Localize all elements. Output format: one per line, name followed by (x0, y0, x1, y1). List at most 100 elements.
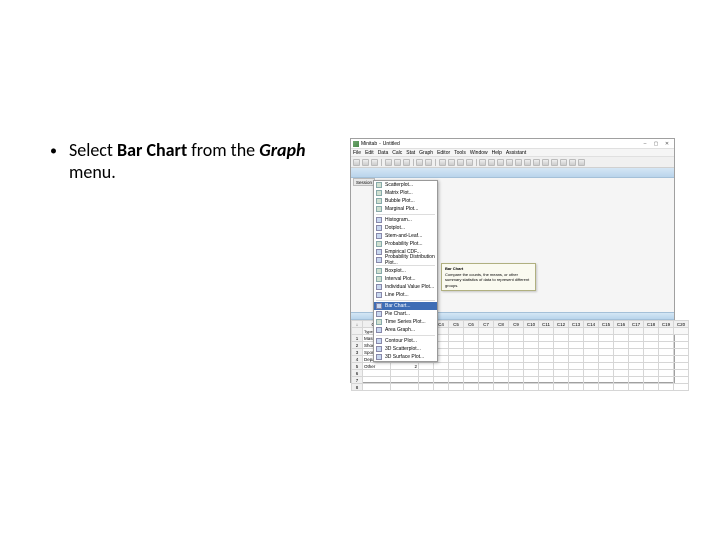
grid-cell[interactable] (629, 377, 644, 384)
column-header[interactable]: C7 (479, 321, 494, 328)
grid-cell[interactable] (659, 370, 674, 377)
variable-name-cell[interactable] (599, 328, 614, 335)
grid-cell[interactable] (509, 384, 524, 391)
grid-cell[interactable] (524, 377, 539, 384)
menu-assistant[interactable]: Assistant (506, 150, 526, 156)
grid-cell[interactable] (539, 363, 554, 370)
grid-cell[interactable] (569, 370, 584, 377)
toolbar-icon[interactable] (425, 159, 432, 166)
grid-cell[interactable] (494, 377, 509, 384)
column-header[interactable]: C18 (644, 321, 659, 328)
grid-cell[interactable] (449, 363, 464, 370)
toolbar-icon[interactable] (515, 159, 522, 166)
grid-cell[interactable] (629, 384, 644, 391)
grid-cell[interactable] (464, 349, 479, 356)
toolbar-icon[interactable] (506, 159, 513, 166)
variable-name-cell[interactable] (449, 328, 464, 335)
grid-cell[interactable] (599, 349, 614, 356)
menu-item-stem-and-leaf-[interactable]: Stem-and-Leaf... (374, 232, 437, 240)
grid-cell[interactable] (449, 384, 464, 391)
grid-cell[interactable] (524, 370, 539, 377)
column-header[interactable]: C5 (449, 321, 464, 328)
toolbar-icon[interactable] (488, 159, 495, 166)
menu-item-dotplot-[interactable]: Dotplot... (374, 224, 437, 232)
menu-help[interactable]: Help (492, 150, 502, 156)
grid-cell[interactable] (644, 356, 659, 363)
menu-item-pie-chart-[interactable]: Pie Chart... (374, 310, 437, 318)
grid-cell[interactable] (644, 370, 659, 377)
maximize-button[interactable]: ▢ (651, 140, 661, 147)
grid-cell[interactable] (363, 384, 391, 391)
grid-cell[interactable] (554, 342, 569, 349)
grid-cell[interactable] (584, 342, 599, 349)
grid-cell[interactable] (539, 342, 554, 349)
grid-cell[interactable] (391, 377, 419, 384)
grid-cell[interactable] (464, 363, 479, 370)
grid-cell[interactable] (569, 335, 584, 342)
grid-cell[interactable] (509, 335, 524, 342)
grid-cell[interactable] (629, 349, 644, 356)
menu-editor[interactable]: Editor (437, 150, 450, 156)
variable-name-cell[interactable] (539, 328, 554, 335)
grid-cell[interactable] (644, 349, 659, 356)
grid-cell[interactable] (659, 363, 674, 370)
menu-item-scatterplot-[interactable]: Scatterplot... (374, 181, 437, 189)
grid-cell[interactable] (464, 377, 479, 384)
variable-name-cell[interactable] (554, 328, 569, 335)
variable-name-cell[interactable] (509, 328, 524, 335)
grid-cell[interactable] (539, 370, 554, 377)
toolbar-icon[interactable] (362, 159, 369, 166)
grid-cell[interactable] (614, 363, 629, 370)
menu-item-boxplot-[interactable]: Boxplot... (374, 267, 437, 275)
grid-cell[interactable] (614, 370, 629, 377)
grid-cell[interactable]: Other (363, 363, 391, 370)
grid-cell[interactable] (584, 370, 599, 377)
grid-cell[interactable] (599, 363, 614, 370)
grid-cell[interactable] (419, 363, 434, 370)
toolbar-icon[interactable] (524, 159, 531, 166)
menu-file[interactable]: File (353, 150, 361, 156)
grid-cell[interactable] (614, 384, 629, 391)
grid-cell[interactable] (434, 363, 449, 370)
grid-cell[interactable] (494, 342, 509, 349)
grid-cell[interactable] (644, 363, 659, 370)
grid-cell[interactable] (674, 349, 689, 356)
grid-cell[interactable] (479, 384, 494, 391)
grid-cell[interactable] (509, 356, 524, 363)
grid-cell[interactable] (599, 342, 614, 349)
grid-cell[interactable] (479, 349, 494, 356)
grid-cell[interactable] (674, 384, 689, 391)
menu-graph[interactable]: Graph (419, 150, 433, 156)
variable-name-cell[interactable] (644, 328, 659, 335)
grid-cell[interactable]: 2 (391, 363, 419, 370)
column-header[interactable]: C15 (599, 321, 614, 328)
grid-cell[interactable] (494, 335, 509, 342)
grid-cell[interactable] (599, 356, 614, 363)
grid-cell[interactable] (539, 335, 554, 342)
toolbar-icon[interactable] (551, 159, 558, 166)
row-header[interactable]: 1 (352, 335, 363, 342)
grid-cell[interactable] (464, 370, 479, 377)
menu-item-probability-plot-[interactable]: Probability Plot... (374, 240, 437, 248)
grid-cell[interactable] (554, 377, 569, 384)
column-header[interactable]: C10 (524, 321, 539, 328)
grid-cell[interactable] (614, 335, 629, 342)
toolbar-icon[interactable] (497, 159, 504, 166)
row-header[interactable]: 7 (352, 377, 363, 384)
toolbar-icon[interactable] (569, 159, 576, 166)
grid-cell[interactable] (539, 377, 554, 384)
row-header[interactable]: 3 (352, 349, 363, 356)
menu-tools[interactable]: Tools (454, 150, 466, 156)
grid-cell[interactable] (479, 377, 494, 384)
grid-cell[interactable] (614, 342, 629, 349)
grid-cell[interactable] (629, 363, 644, 370)
grid-cell[interactable] (449, 349, 464, 356)
toolbar-icon[interactable] (403, 159, 410, 166)
row-header[interactable]: 8 (352, 384, 363, 391)
grid-cell[interactable] (644, 384, 659, 391)
menu-item-individual-value-plot-[interactable]: Individual Value Plot... (374, 283, 437, 291)
grid-cell[interactable] (659, 342, 674, 349)
menu-item-histogram-[interactable]: Histogram... (374, 216, 437, 224)
menu-item-bar-chart-[interactable]: Bar Chart... (374, 302, 437, 310)
grid-cell[interactable] (614, 356, 629, 363)
